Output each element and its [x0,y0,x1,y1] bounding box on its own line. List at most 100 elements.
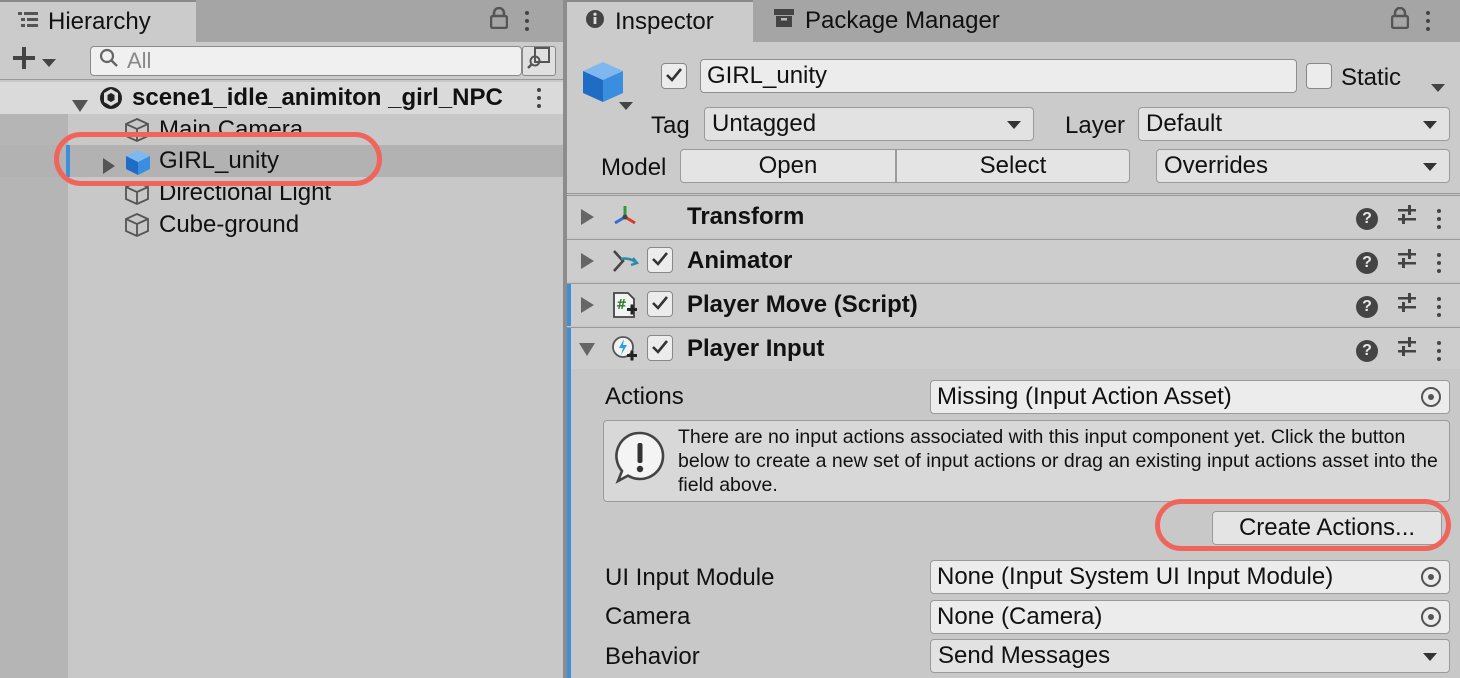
gameobject-cube-icon [124,212,150,245]
fold-right-icon[interactable] [581,253,594,269]
static-checkbox[interactable] [1306,63,1332,89]
search-input[interactable] [127,48,507,74]
scene-name: scene1_idle_animiton _girl_NPC [132,84,503,111]
presets-icon[interactable] [1396,292,1418,321]
animator-enabled-checkbox[interactable] [647,247,673,273]
camera-value: None (Camera) [937,603,1103,630]
open-button[interactable]: Open [680,149,896,183]
presets-icon[interactable] [1396,204,1418,233]
component-menu-icon[interactable] [1436,296,1442,317]
chevron-down-icon [1423,163,1437,171]
fold-down-icon[interactable] [579,343,595,356]
hierarchy-list-icon [18,8,38,36]
inspector-panel: Inspector Package Manager GIRL_unity Sta… [567,0,1460,678]
component-tools: ? [1356,292,1442,321]
check-icon [665,62,683,90]
lock-icon[interactable] [1390,6,1410,36]
fold-right-icon[interactable] [581,209,594,225]
help-icon[interactable]: ? [1356,207,1378,230]
ui-input-module-field[interactable]: None (Input System UI Input Module) [930,560,1450,594]
tab-hierarchy-label: Hierarchy [48,8,151,35]
object-name-value: GIRL_unity [707,62,828,89]
prefab-cube-icon[interactable] [581,60,635,121]
component-menu-icon[interactable] [1436,252,1442,273]
select-button-label: Select [979,152,1047,179]
model-label: Model [601,154,667,181]
layer-value: Default [1146,110,1223,137]
help-icon[interactable]: ? [1356,251,1378,274]
presets-icon[interactable] [1396,248,1418,277]
inspector-tabbar: Inspector Package Manager [567,0,1460,42]
search-mode-button[interactable] [522,46,556,76]
scene-search-icon [527,46,551,76]
object-picker-icon[interactable] [1421,567,1441,587]
component-menu-icon[interactable] [1436,340,1442,361]
transform-icon [611,203,639,231]
csharp-script-icon: # [611,291,639,319]
component-tools: ? [1356,204,1442,233]
tag-label: Tag [651,112,690,139]
tab-inspector[interactable]: Inspector [567,0,753,42]
added-component-marker [567,284,571,326]
tab-inspector-label: Inspector [615,8,714,35]
component-tools: ? [1356,248,1442,277]
check-icon [651,290,669,318]
tab-hierarchy[interactable]: Hierarchy [0,0,196,42]
layer-dropdown[interactable]: Default [1138,107,1450,141]
overrides-dropdown[interactable]: Overrides [1156,149,1450,183]
object-picker-icon[interactable] [1421,387,1441,407]
hierarchy-item-label: Cube-ground [159,211,300,238]
hierarchy-search[interactable] [90,46,522,76]
object-name-field[interactable]: GIRL_unity [700,59,1297,93]
chevron-down-icon [1423,653,1437,661]
camera-label: Camera [605,603,691,630]
create-button[interactable] [12,46,68,76]
component-menu-icon[interactable] [1436,208,1442,229]
help-box: There are no input actions associated wi… [603,420,1450,502]
search-icon [99,47,119,75]
hierarchy-item-cube-ground[interactable]: Cube-ground [0,209,563,241]
active-checkbox[interactable] [661,63,687,89]
component-player-move[interactable]: # Player Move (Script) ? [567,283,1460,325]
component-animator[interactable]: Animator ? [567,239,1460,281]
help-icon[interactable]: ? [1356,295,1378,318]
inspector-menu-icon[interactable] [1425,11,1431,31]
help-icon[interactable]: ? [1356,339,1378,362]
tag-dropdown[interactable]: Untagged [704,107,1034,141]
package-icon [773,7,795,35]
chevron-down-icon [1007,121,1021,129]
player-input-icon [611,335,639,363]
behavior-dropdown[interactable]: Send Messages [930,639,1450,673]
gameobject-header: GIRL_unity Static Tag Untagged Layer Def… [567,42,1460,194]
lock-icon[interactable] [489,6,509,36]
static-dropdown-icon[interactable] [1431,72,1445,100]
animator-icon [611,247,640,275]
select-button[interactable]: Select [896,149,1130,183]
static-label: Static [1341,64,1402,91]
info-icon [585,8,605,36]
layer-label: Layer [1065,112,1126,139]
component-player-input[interactable]: Player Input ? [567,327,1460,369]
scene-row[interactable]: scene1_idle_animiton _girl_NPC [0,82,563,114]
behavior-label: Behavior [605,643,700,670]
player-input-enabled-checkbox[interactable] [647,335,673,361]
camera-field[interactable]: None (Camera) [930,600,1450,634]
fold-right-icon[interactable] [581,297,594,313]
inspector-tab-tools [1390,0,1431,42]
warning-icon [612,429,668,485]
svg-text:#: # [616,298,627,313]
actions-field[interactable]: Missing (Input Action Asset) [930,380,1450,414]
component-name: Transform [687,202,805,230]
presets-icon[interactable] [1396,336,1418,365]
actions-value: Missing (Input Action Asset) [937,383,1232,410]
tab-package-manager[interactable]: Package Manager [755,0,1015,42]
component-tools: ? [1356,336,1442,365]
scene-menu-icon[interactable] [536,88,542,108]
hierarchy-menu-icon[interactable] [524,11,530,31]
highlight-ring [1155,499,1451,551]
chevron-down-icon [1423,121,1437,129]
object-picker-icon[interactable] [1421,607,1441,627]
component-transform[interactable]: Transform ? [567,195,1460,237]
hierarchy-panel: Hierarchy All scene1_idle_animiton _girl… [0,0,563,678]
player-move-enabled-checkbox[interactable] [647,291,673,317]
